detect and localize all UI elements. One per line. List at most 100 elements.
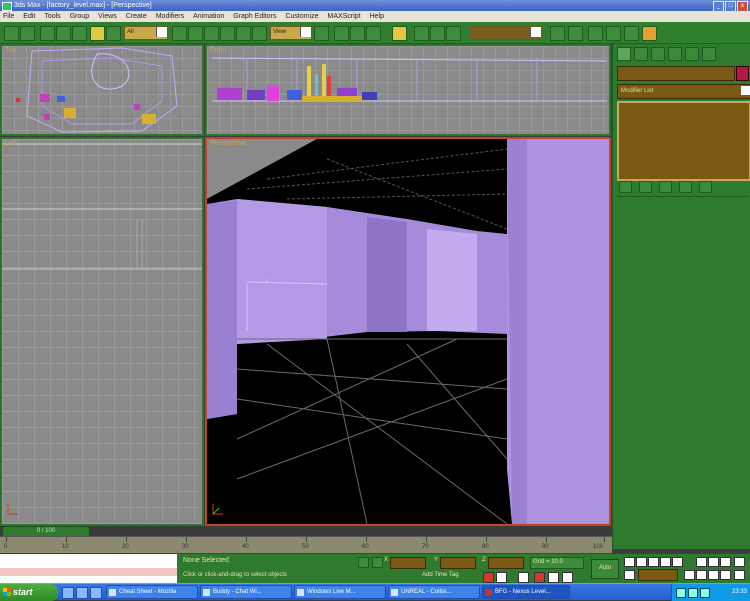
pivot-center-icon[interactable] [314,26,329,41]
window-crossing-icon[interactable] [220,26,235,41]
time-config-icon[interactable] [684,570,695,580]
named-selection-dropdown[interactable] [470,26,542,40]
go-to-end-icon[interactable] [672,557,683,567]
viewport-perspective[interactable]: Perspective [205,137,611,526]
menu-animation[interactable]: Animation [193,13,224,20]
show-end-result-icon[interactable] [639,181,652,193]
zoom-extents-all-icon[interactable] [734,557,745,567]
redo-icon[interactable] [20,26,35,41]
pin-stack-icon[interactable] [619,181,632,193]
menu-customize[interactable]: Customize [285,13,318,20]
messenger-icon[interactable] [700,588,710,598]
menu-help[interactable]: Help [370,13,384,20]
viewport-label-front[interactable]: Front [210,47,226,54]
viewport-top[interactable]: Top [0,44,204,136]
selected-keys-icon[interactable] [562,572,573,583]
current-frame-field[interactable] [638,569,678,581]
taskbar-item[interactable]: Buddy - Chat Wi... [200,585,292,599]
previous-frame-icon[interactable] [636,557,647,567]
set-key-mode-icon[interactable] [534,572,545,583]
schematic-view-icon[interactable] [568,26,583,41]
set-key-icon[interactable] [483,572,494,583]
selection-filter-dropdown[interactable]: All [124,26,168,40]
taskbar-item[interactable]: Cheat Sheet - Mozilla [106,585,198,599]
start-button[interactable]: start [0,584,58,601]
taskbar-item[interactable]: UNREAL - Collisi... [388,585,480,599]
viewport-label-perspective[interactable]: Perspective [210,140,247,147]
select-scale-icon[interactable] [204,26,219,41]
select-region-icon[interactable] [236,26,251,41]
go-to-start-icon[interactable] [624,557,635,567]
menu-graph-editors[interactable]: Graph Editors [233,13,276,20]
app-icon[interactable] [2,2,12,11]
configure-modifier-sets-icon[interactable] [699,181,712,193]
viewport-label-top[interactable]: Top [5,47,16,54]
arc-rotate-icon[interactable] [720,570,731,580]
select-rotate-icon[interactable] [188,26,203,41]
reference-coord-dropdown[interactable]: View [270,26,312,40]
make-unique-icon[interactable] [659,181,672,193]
unlink-icon[interactable] [56,26,71,41]
select-by-name-icon[interactable] [106,26,121,41]
create-tab-icon[interactable] [617,47,631,61]
zoom-all-icon[interactable] [708,557,719,567]
display-tab-icon[interactable] [685,47,699,61]
select-move-icon[interactable] [172,26,187,41]
network-icon[interactable] [676,588,686,598]
menu-file[interactable]: File [3,13,14,20]
auto-key-button[interactable]: Auto [591,559,619,579]
coord-x-field[interactable] [390,557,426,569]
menu-tools[interactable]: Tools [44,13,60,20]
curve-editor-icon[interactable] [550,26,565,41]
default-tangent-icon[interactable] [548,572,559,583]
field-of-view-icon[interactable] [696,570,707,580]
object-name-field[interactable] [617,66,735,81]
layer-manager-icon[interactable] [446,26,461,41]
object-color-swatch[interactable] [736,66,749,81]
lock-selection-icon[interactable] [358,557,369,568]
manipulate-icon[interactable] [252,26,267,41]
play-icon[interactable] [648,557,659,567]
taskbar-item[interactable]: Windows Live M... [294,585,386,599]
volume-icon[interactable] [688,588,698,598]
modify-tab-icon[interactable] [634,47,648,61]
maximize-button[interactable]: □ [725,1,736,11]
key-filters-icon[interactable] [518,572,529,583]
close-button[interactable]: x [737,1,748,11]
time-slider[interactable]: 0 / 100 [0,526,612,538]
maxscript-listener[interactable] [0,554,177,584]
motion-tab-icon[interactable] [668,47,682,61]
absolute-mode-icon[interactable] [372,557,383,568]
pan-icon[interactable] [708,570,719,580]
menu-maxscript[interactable]: MAXScript [328,13,361,20]
modifier-stack[interactable] [617,101,750,181]
menu-views[interactable]: Views [98,13,117,20]
angle-snap-icon[interactable] [350,26,365,41]
snap-icon[interactable] [334,26,349,41]
remove-modifier-icon[interactable] [679,181,692,193]
zoom-icon[interactable] [696,557,707,567]
quick-launch-icon[interactable] [62,587,74,599]
mirror-icon[interactable] [414,26,429,41]
viewport-front[interactable]: Front [205,44,611,136]
quick-render-icon[interactable] [624,26,639,41]
zoom-extents-icon[interactable] [720,557,731,567]
align-icon[interactable] [430,26,445,41]
minimize-button[interactable]: _ [713,1,724,11]
quick-launch-icon[interactable] [90,587,102,599]
hierarchy-tab-icon[interactable] [651,47,665,61]
key-mode-icon[interactable] [496,572,507,583]
maximize-viewport-icon[interactable] [734,570,745,580]
quick-launch-icon[interactable] [76,587,88,599]
viewport-label-left[interactable]: Left [5,140,17,147]
track-bar[interactable]: 0 10 20 30 40 50 60 70 80 90 100 [0,536,612,553]
spinner-snap-icon[interactable] [392,26,407,41]
key-mode-toggle-icon[interactable] [624,570,635,580]
coord-z-field[interactable] [488,557,524,569]
undo-icon[interactable] [4,26,19,41]
utilities-tab-icon[interactable] [702,47,716,61]
add-time-tag[interactable]: Add Time Tag [422,572,459,578]
viewport-left[interactable]: Left [0,137,204,526]
percent-snap-icon[interactable] [366,26,381,41]
bind-spacewarp-icon[interactable] [72,26,87,41]
